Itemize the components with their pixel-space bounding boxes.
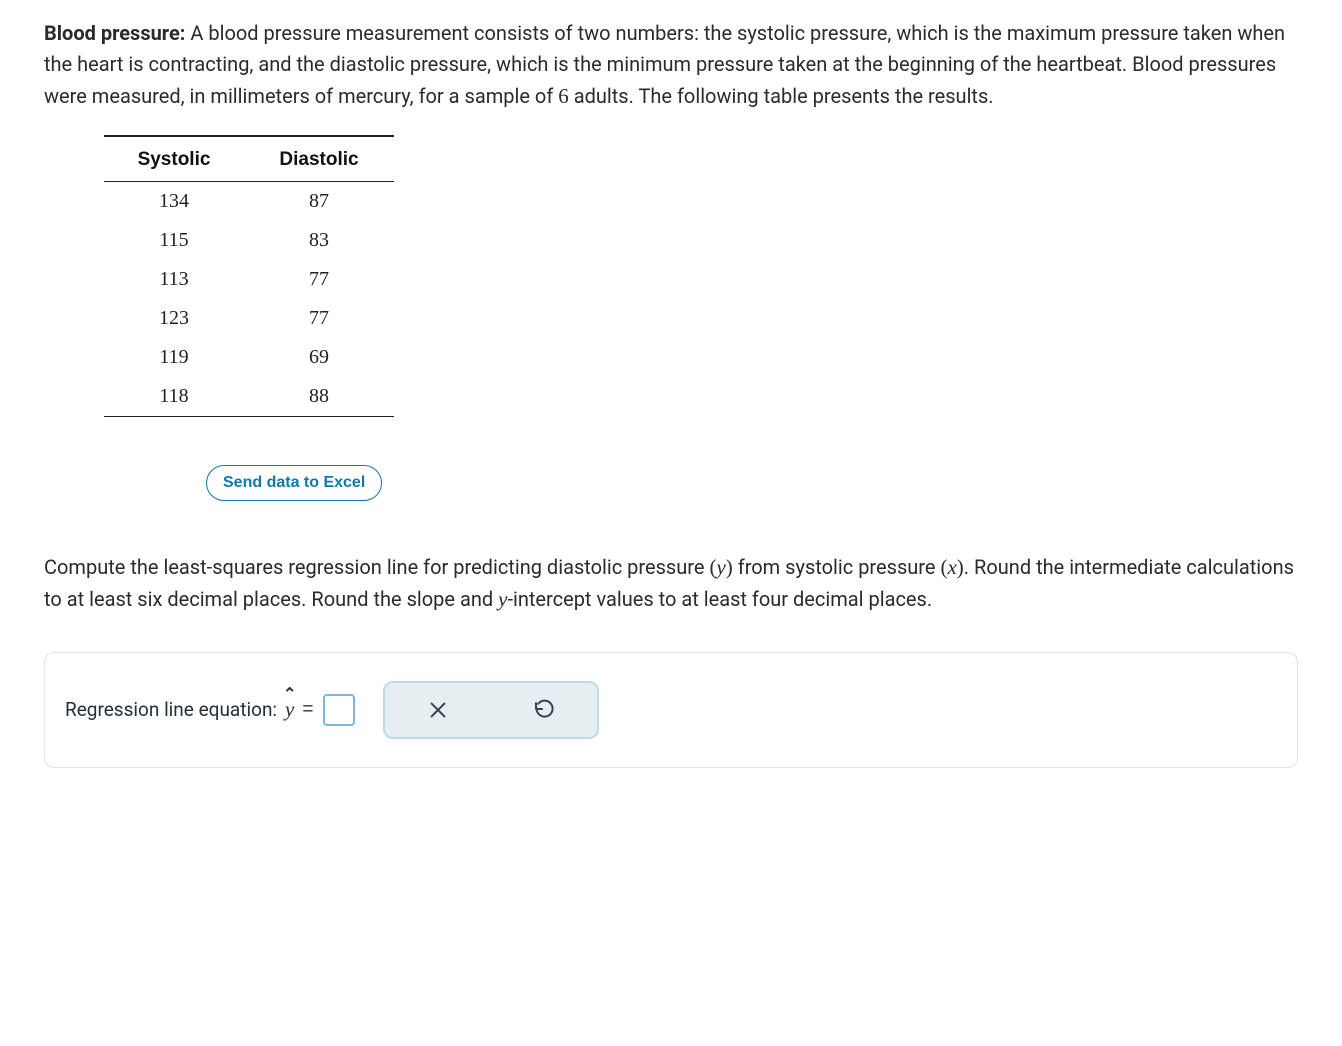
- table-row: 134 87: [104, 181, 394, 221]
- x-icon: [427, 699, 449, 721]
- cell-diastolic: 77: [244, 299, 394, 338]
- answer-toolbar: [383, 681, 599, 739]
- cell-systolic: 119: [104, 338, 244, 377]
- table-row: 113 77: [104, 260, 394, 299]
- regression-label-text: Regression line equation:: [65, 698, 277, 721]
- cell-systolic: 113: [104, 260, 244, 299]
- table-row: 115 83: [104, 221, 394, 260]
- cell-diastolic: 77: [244, 260, 394, 299]
- cell-diastolic: 83: [244, 221, 394, 260]
- var-x: x: [947, 555, 956, 579]
- equals-sign: =: [302, 699, 313, 721]
- table-row: 118 88: [104, 377, 394, 417]
- y-hat-symbol: ⌃ y: [285, 699, 294, 720]
- sample-size: 6: [558, 84, 569, 108]
- cell-systolic: 115: [104, 221, 244, 260]
- data-table-wrap: Systolic Diastolic 134 87 115 83 113 77: [104, 135, 394, 417]
- table-row: 119 69: [104, 338, 394, 377]
- table-row: 123 77: [104, 299, 394, 338]
- answer-panel: Regression line equation: ⌃ y =: [44, 652, 1298, 768]
- instr-p2: from systolic pressure: [733, 555, 941, 579]
- prompt-title: Blood pressure:: [44, 21, 185, 45]
- cell-diastolic: 87: [244, 181, 394, 221]
- cell-systolic: 123: [104, 299, 244, 338]
- clear-button[interactable]: [418, 690, 458, 730]
- regression-answer-input[interactable]: [323, 694, 355, 726]
- cell-systolic: 134: [104, 181, 244, 221]
- header-systolic: Systolic: [104, 136, 244, 182]
- cell-diastolic: 69: [244, 338, 394, 377]
- var-y: y: [716, 555, 725, 579]
- header-diastolic: Diastolic: [244, 136, 394, 182]
- cell-systolic: 118: [104, 377, 244, 417]
- problem-prompt: Blood pressure: A blood pressure measure…: [44, 18, 1298, 113]
- instr-p1: Compute the least-squares regression lin…: [44, 555, 709, 579]
- paren-close-x: ): [957, 555, 964, 579]
- paren-close-y: ): [726, 555, 733, 579]
- hat-icon: ⌃: [283, 687, 296, 703]
- instructions-text: Compute the least-squares regression lin…: [44, 551, 1298, 616]
- undo-icon: [532, 698, 556, 722]
- reset-button[interactable]: [524, 690, 564, 730]
- cell-diastolic: 88: [244, 377, 394, 417]
- blood-pressure-table: Systolic Diastolic 134 87 115 83 113 77: [104, 135, 394, 417]
- instr-p4: -intercept values to at least four decim…: [507, 587, 932, 611]
- prompt-body-2: adults. The following table presents the…: [569, 84, 994, 108]
- send-to-excel-button[interactable]: Send data to Excel: [206, 465, 382, 501]
- regression-line-label: Regression line equation: ⌃ y =: [65, 694, 355, 726]
